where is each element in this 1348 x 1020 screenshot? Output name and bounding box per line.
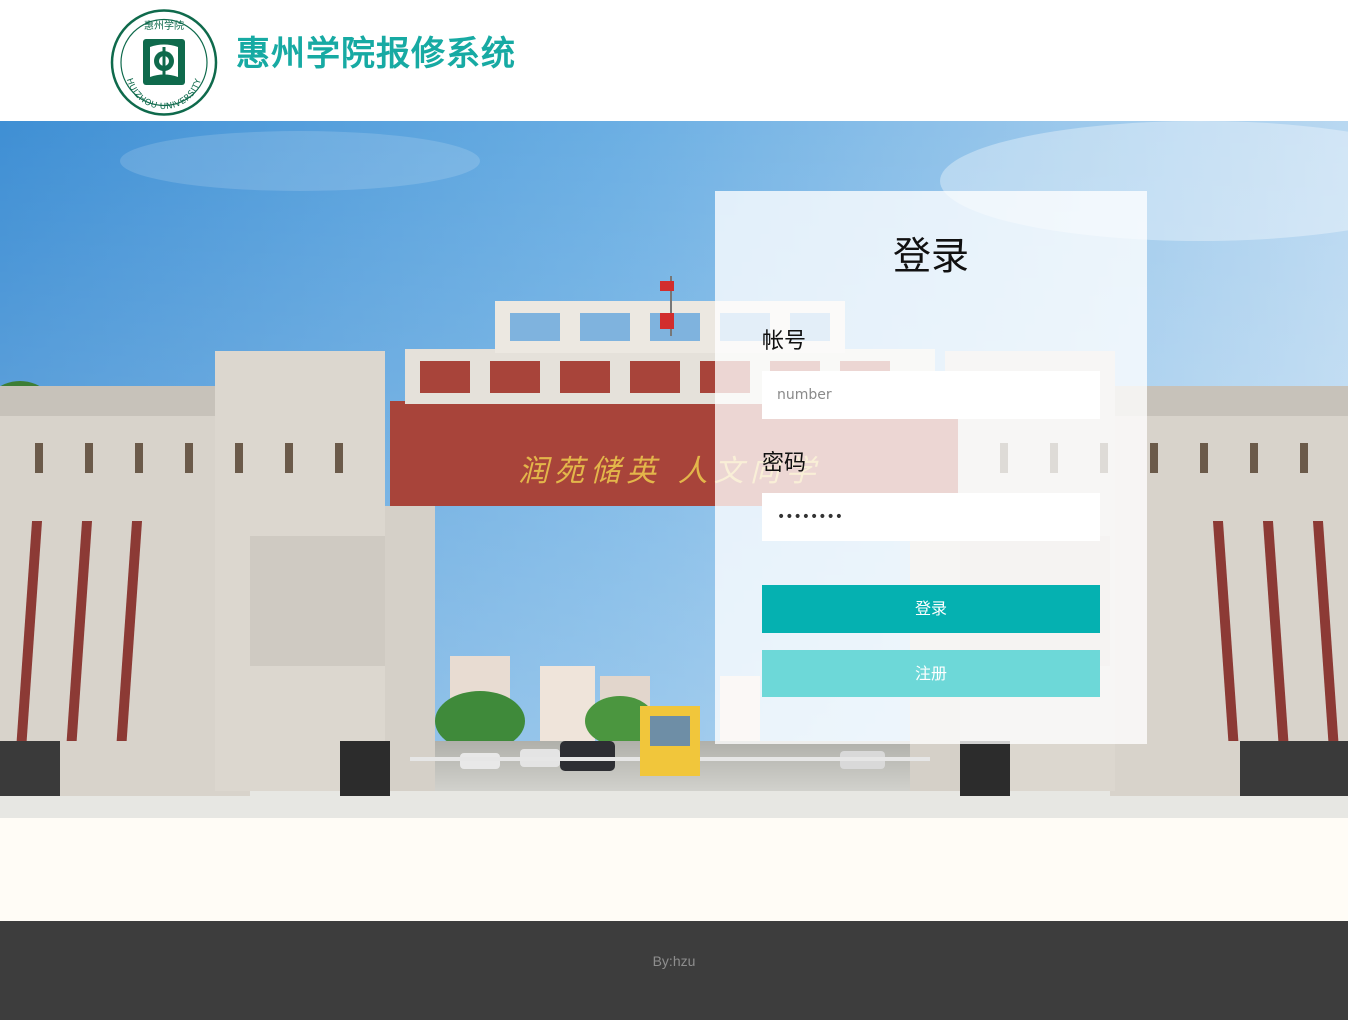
account-input[interactable] (762, 371, 1100, 419)
logo-text-top: 惠州学院 (144, 19, 184, 32)
login-button[interactable]: 登录 (762, 585, 1100, 633)
password-input[interactable] (762, 493, 1100, 541)
header: 惠州学院 HUIZHOU UNIVERSITY 惠州学院报修系统 (0, 0, 1348, 121)
account-label: 帐号 (762, 329, 807, 354)
footer-text: By:hzu (652, 953, 696, 969)
login-panel: 登录 帐号 密码 登录 注册 (715, 191, 1147, 744)
register-button[interactable]: 注册 (762, 650, 1100, 697)
university-logo: 惠州学院 HUIZHOU UNIVERSITY (110, 9, 218, 116)
site-title: 惠州学院报修系统 (236, 34, 516, 74)
footer: By:hzu (0, 921, 1348, 1020)
password-label: 密码 (762, 451, 807, 476)
login-title: 登录 (892, 234, 969, 278)
